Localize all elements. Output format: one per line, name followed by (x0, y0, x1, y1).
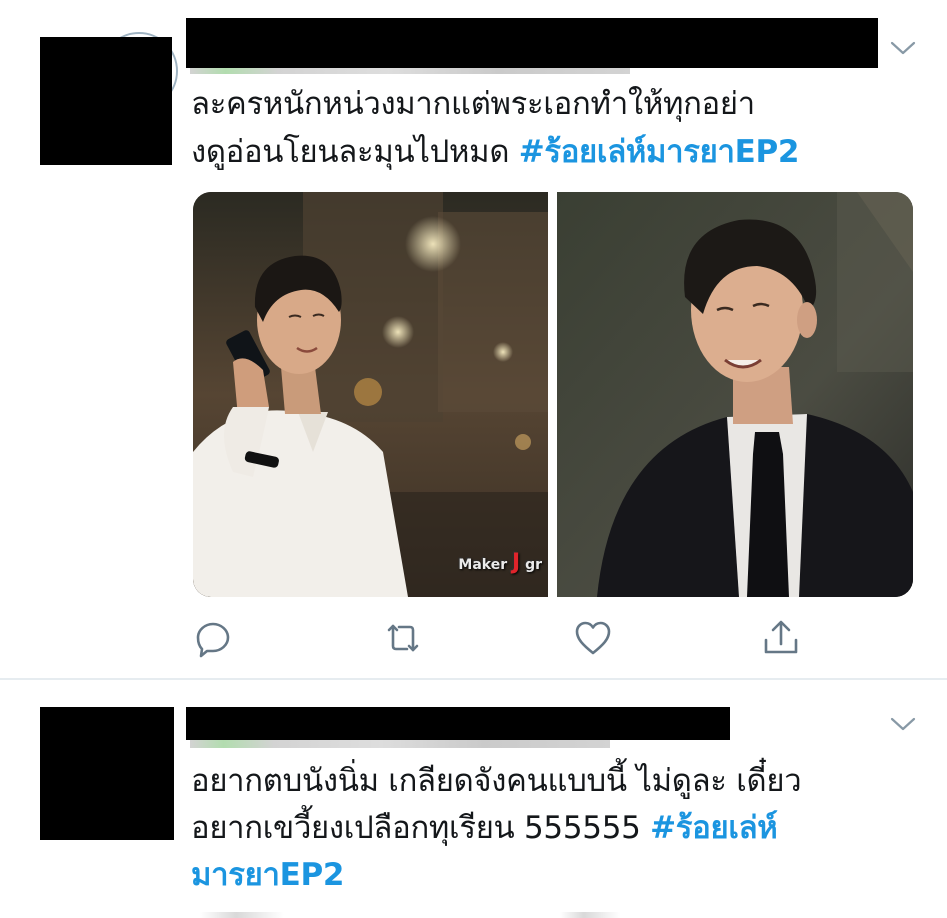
tweet-text: อยากตบนังนิ่ม เกลียดจังคนแบบนี้ ไม่ดูละ … (191, 758, 911, 899)
reply-icon[interactable] (193, 618, 233, 658)
watermark-letter: J (512, 550, 521, 575)
photo-right[interactable] (557, 192, 913, 597)
tweet-2[interactable]: อยากตบนังนิ่ม เกลียดจังคนแบบนี้ ไม่ดูละ … (0, 680, 947, 918)
chevron-down-icon[interactable] (889, 38, 917, 58)
tweet-text: ละครหนักหน่วงมากแต่พระเอกทำให้ทุกอย่า งด… (191, 80, 911, 176)
watermark-prefix: Maker (458, 557, 508, 573)
hashtag-link[interactable]: #ร้อยเล่ห์ (650, 810, 778, 846)
username-redacted[interactable] (186, 707, 730, 740)
like-icon[interactable] (573, 618, 613, 658)
photo-left[interactable]: Maker J gr (193, 192, 548, 597)
tweet-text-line: งดูอ่อนโยนละมุนไปหมด #ร้อยเล่ห์มารยาEP2 (191, 128, 911, 176)
tweet-text-line: ละครหนักหน่วงมากแต่พระเอกทำให้ทุกอย่า (191, 86, 755, 122)
avatar-redacted[interactable] (40, 37, 172, 165)
tweet-actions (193, 618, 913, 658)
tweet-text-line: อยากตบนังนิ่ม เกลียดจังคนแบบนี้ ไม่ดูละ … (191, 763, 802, 799)
hashtag-link-continued[interactable]: มารยาEP2 (191, 852, 911, 899)
share-icon[interactable] (761, 618, 801, 658)
media-grid[interactable]: Maker J gr (193, 192, 913, 597)
username-redacted[interactable] (186, 18, 878, 68)
chevron-down-icon[interactable] (889, 714, 917, 734)
watermark: Maker J gr (458, 550, 542, 575)
retweet-icon[interactable] (383, 618, 423, 658)
tweet-1[interactable]: ละครหนักหน่วงมากแต่พระเอกทำให้ทุกอย่า งด… (0, 0, 947, 680)
photo-right-illustration (557, 192, 913, 597)
tweet-text-segment: อยากเขวี้ยงเปลือกทุเรียน 555555 (191, 810, 651, 846)
tweet-text-segment: งดูอ่อนโยนละมุนไปหมด (191, 134, 519, 170)
photo-left-illustration (193, 192, 548, 597)
next-tweet-peek (200, 912, 800, 918)
watermark-suffix: gr (525, 557, 542, 573)
hashtag-link[interactable]: #ร้อยเล่ห์มารยาEP2 (519, 134, 800, 170)
tweet-text-line: อยากเขวี้ยงเปลือกทุเรียน 555555 #ร้อยเล่… (191, 805, 911, 852)
avatar-redacted[interactable] (40, 707, 174, 840)
username-fragment (190, 740, 610, 748)
